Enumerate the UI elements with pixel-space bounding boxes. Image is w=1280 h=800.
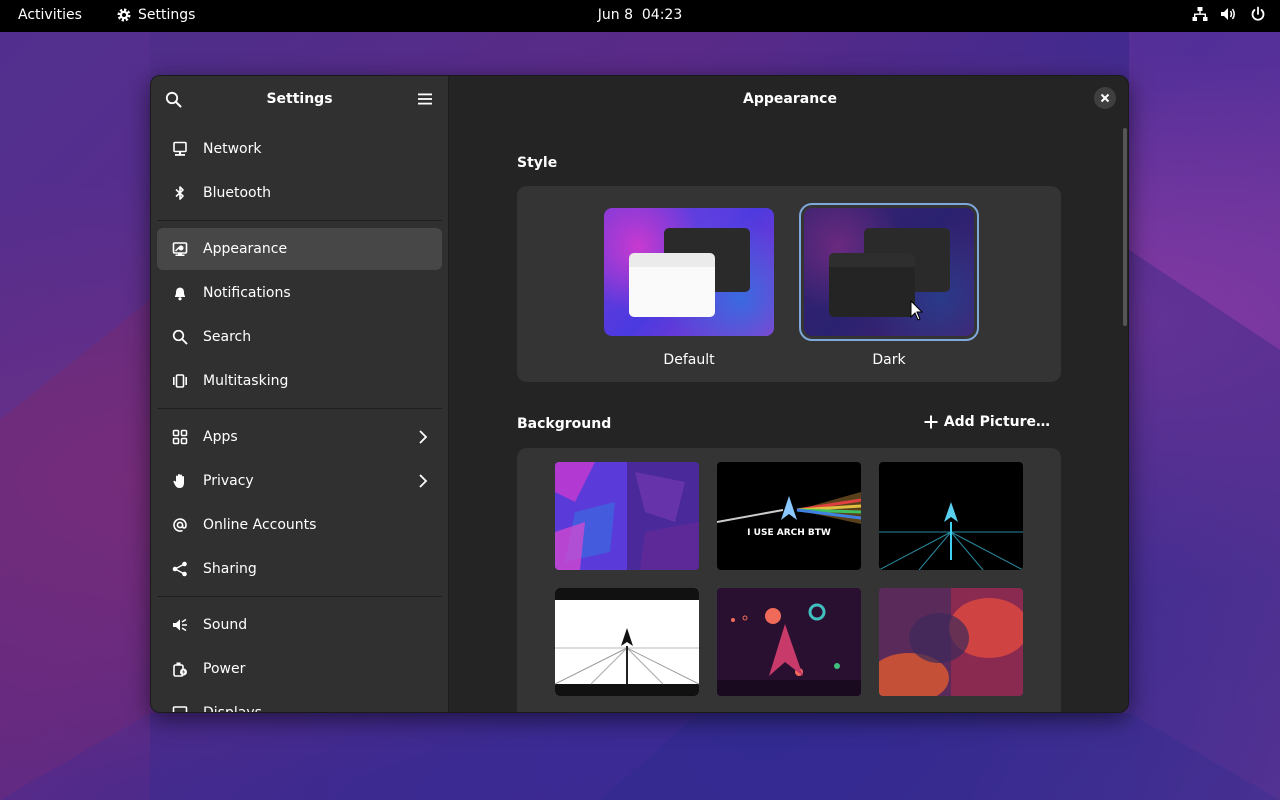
display-icon: [171, 704, 189, 712]
share-icon: [171, 560, 189, 578]
sidebar-list: Network Bluetooth Appearance Notificatio: [151, 121, 448, 713]
apps-icon: [171, 428, 189, 446]
appearance-icon: [171, 240, 189, 258]
network-icon: [171, 140, 189, 158]
close-icon: [1100, 93, 1110, 103]
sidebar-item-displays[interactable]: Displays: [157, 692, 442, 713]
scrollbar[interactable]: [1123, 128, 1127, 326]
power-icon: [1251, 6, 1265, 21]
search-icon: [171, 328, 189, 346]
sidebar-item-label: Network: [203, 141, 262, 157]
background-grid: I USE ARCH BTW: [517, 448, 1061, 712]
sidebar-separator: [157, 408, 442, 409]
style-option-default[interactable]: Default: [604, 208, 774, 368]
style-option-dark[interactable]: Dark: [799, 203, 979, 368]
sidebar-item-bluetooth[interactable]: Bluetooth: [157, 172, 442, 214]
volume-icon: [1221, 8, 1235, 20]
sidebar-separator: [157, 220, 442, 221]
sidebar-separator: [157, 596, 442, 597]
sidebar-item-label: Sound: [203, 617, 248, 633]
bluetooth-icon: [171, 184, 189, 202]
sidebar-item-sound[interactable]: Sound: [157, 604, 442, 646]
chevron-right-icon: [419, 430, 428, 444]
background-section-title: Background: [517, 416, 612, 432]
top-bar: Activities Settings Jun 8 04:23: [0, 0, 1280, 32]
speaker-icon: [171, 616, 189, 634]
plus-icon: [924, 415, 938, 429]
wallpaper-thumbnail[interactable]: [555, 588, 699, 696]
sidebar-item-label: Search: [203, 329, 252, 345]
sidebar-item-label: Appearance: [203, 241, 288, 257]
wallpaper-caption: I USE ARCH BTW: [747, 528, 831, 538]
clock[interactable]: Jun 8 04:23: [598, 7, 682, 23]
at-icon: [171, 516, 189, 534]
sidebar-item-power[interactable]: Power: [157, 648, 442, 690]
sidebar-item-appearance[interactable]: Appearance: [157, 228, 442, 270]
sidebar-item-label: Apps: [203, 429, 238, 445]
main-menu-button[interactable]: [412, 86, 438, 112]
activities-button[interactable]: Activities: [18, 7, 82, 23]
wallpaper-thumbnail[interactable]: [555, 462, 699, 570]
app-menu-label: Settings: [138, 7, 196, 23]
sidebar-item-multitasking[interactable]: Multitasking: [157, 360, 442, 402]
hand-icon: [171, 472, 189, 490]
sidebar-item-search[interactable]: Search: [157, 316, 442, 358]
style-section-title: Style: [517, 155, 558, 171]
wallpaper-thumbnail[interactable]: [879, 588, 1023, 696]
sidebar-item-label: Multitasking: [203, 373, 289, 389]
style-option-label: Dark: [872, 352, 906, 368]
chevron-right-icon: [419, 474, 428, 488]
bell-icon: [171, 284, 189, 302]
sidebar: Settings Network Bluetooth Appearance No…: [151, 76, 449, 713]
style-option-label: Default: [663, 352, 715, 368]
search-icon: [165, 91, 181, 107]
sidebar-item-apps[interactable]: Apps: [157, 416, 442, 458]
add-picture-button[interactable]: Add Picture…: [924, 414, 1050, 430]
close-button[interactable]: [1094, 87, 1116, 109]
sidebar-title: Settings: [266, 90, 333, 107]
network-wired-icon: [1192, 7, 1208, 21]
sidebar-item-label: Displays: [203, 705, 262, 713]
sidebar-item-sharing[interactable]: Sharing: [157, 548, 442, 590]
sidebar-item-network[interactable]: Network: [157, 128, 442, 170]
wallpaper-thumbnail[interactable]: [879, 462, 1023, 570]
style-card: Default Dark: [517, 186, 1061, 382]
sidebar-item-label: Online Accounts: [203, 517, 317, 533]
sidebar-item-label: Privacy: [203, 473, 254, 489]
sidebar-header: Settings: [151, 76, 448, 121]
content-header: Appearance: [450, 76, 1128, 121]
sidebar-item-privacy[interactable]: Privacy: [157, 460, 442, 502]
sidebar-item-label: Bluetooth: [203, 185, 271, 201]
sidebar-item-label: Power: [203, 661, 246, 677]
search-button[interactable]: [160, 86, 186, 112]
mouse-cursor-icon: [910, 300, 924, 321]
sidebar-item-online-accounts[interactable]: Online Accounts: [157, 504, 442, 546]
wallpaper-thumbnail[interactable]: [717, 588, 861, 696]
system-tray[interactable]: [1192, 6, 1266, 22]
content-pane: Appearance Style Default Dark Background…: [450, 76, 1128, 712]
gear-icon: [117, 8, 131, 22]
settings-window: Settings Network Bluetooth Appearance No…: [150, 75, 1129, 713]
wallpaper-thumbnail[interactable]: I USE ARCH BTW: [717, 462, 861, 570]
power-plug-icon: [171, 660, 189, 678]
sidebar-item-label: Sharing: [203, 561, 257, 577]
multitasking-icon: [171, 372, 189, 390]
hamburger-menu-icon: [418, 93, 432, 105]
sidebar-item-notifications[interactable]: Notifications: [157, 272, 442, 314]
style-preview-dark: [799, 203, 979, 341]
style-preview-default: [604, 208, 774, 336]
add-picture-label: Add Picture…: [943, 414, 1050, 430]
sidebar-item-label: Notifications: [203, 285, 291, 301]
app-menu[interactable]: Settings: [116, 7, 195, 23]
page-title: Appearance: [743, 90, 837, 107]
